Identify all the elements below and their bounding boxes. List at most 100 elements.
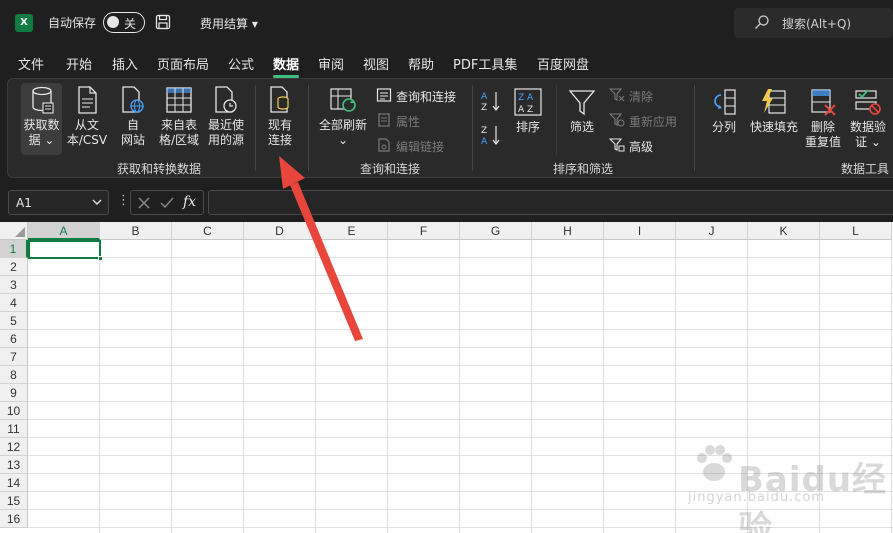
from-text-csv-button[interactable]: 从文 本/CSV — [64, 85, 110, 148]
cancel-icon[interactable] — [137, 196, 151, 210]
svg-text:Z: Z — [481, 126, 487, 136]
save-icon[interactable] — [155, 14, 171, 30]
column-header-f[interactable]: F — [388, 222, 460, 240]
text-to-columns-button[interactable]: 分列 — [702, 87, 746, 135]
tab-formulas[interactable]: 公式 — [228, 54, 254, 73]
column-header-i[interactable]: I — [604, 222, 676, 240]
tab-data[interactable]: 数据 — [273, 54, 299, 73]
row-header-14[interactable]: 14 — [0, 474, 28, 492]
tab-baidu-pan[interactable]: 百度网盘 — [537, 54, 589, 73]
tab-help[interactable]: 帮助 — [408, 54, 434, 73]
funnel-icon — [568, 90, 596, 116]
tab-file[interactable]: 文件 — [18, 54, 44, 73]
data-validation-button[interactable]: 数据验 证 ⌄ — [846, 87, 890, 150]
ribbon-separator — [255, 85, 256, 171]
remove-dup-label-2: 重复值 — [804, 135, 841, 149]
name-box-value: A1 — [16, 196, 32, 210]
ribbon-separator — [308, 85, 309, 171]
column-header-l[interactable]: L — [820, 222, 892, 240]
column-header-g[interactable]: G — [460, 222, 532, 240]
row-header-4[interactable]: 4 — [0, 294, 28, 312]
document-title[interactable]: 费用结算 ▾ — [200, 15, 258, 32]
active-cell-a1[interactable] — [28, 240, 101, 259]
row-header-8[interactable]: 8 — [0, 366, 28, 384]
from-web-label-2: 网站 — [120, 133, 145, 147]
tab-page-layout[interactable]: 页面布局 — [157, 54, 209, 73]
existing-connections-button[interactable]: 现有 连接 — [262, 85, 298, 148]
tab-insert[interactable]: 插入 — [112, 54, 138, 73]
recent-sources-label-1: 最近使 — [207, 118, 244, 132]
sort-za-button[interactable]: Z A — [478, 123, 504, 150]
ribbon-data: 获取数 据 ⌄ 从文 本/CSV 自 网站 来自表 格/区域 最近使 用的源 现… — [7, 78, 893, 178]
clear-filter-icon — [609, 88, 625, 102]
row-header-5[interactable]: 5 — [0, 312, 28, 330]
row-header-7[interactable]: 7 — [0, 348, 28, 366]
column-header-h[interactable]: H — [532, 222, 604, 240]
row-header-12[interactable]: 12 — [0, 438, 28, 456]
toggle-knob — [107, 16, 119, 28]
row-header-1[interactable]: 1 — [0, 240, 28, 258]
svg-text:A: A — [481, 92, 488, 102]
row-header-10[interactable]: 10 — [0, 402, 28, 420]
text-to-columns-label: 分列 — [711, 120, 736, 134]
select-all-corner[interactable] — [0, 222, 28, 240]
sort-az-button[interactable]: A Z — [478, 89, 504, 116]
tab-home[interactable]: 开始 — [66, 54, 92, 73]
column-header-a[interactable]: A — [28, 222, 100, 240]
fill-handle[interactable] — [98, 256, 103, 261]
row-header-13[interactable]: 13 — [0, 456, 28, 474]
row-header-15[interactable]: 15 — [0, 492, 28, 510]
flash-fill-label: 快速填充 — [749, 120, 798, 134]
insert-function-icon[interactable]: fx — [183, 194, 196, 210]
from-text-label-2: 本/CSV — [66, 133, 108, 147]
flash-fill-button[interactable]: 快速填充 — [748, 87, 800, 135]
advanced-filter-icon — [609, 138, 625, 152]
search-box[interactable]: 搜索(Alt+Q) — [734, 8, 893, 38]
queries-icon — [376, 88, 392, 102]
data-validation-label-2: 证 ⌄ — [855, 135, 881, 149]
from-table-range-button[interactable]: 来自表 格/区域 — [156, 85, 202, 148]
tab-view[interactable]: 视图 — [363, 54, 389, 73]
chevron-down-icon[interactable] — [92, 196, 102, 208]
formula-input[interactable] — [208, 190, 893, 215]
filter-button[interactable]: 筛选 — [564, 87, 600, 135]
sort-button[interactable]: Z A A Z 排序 — [511, 87, 545, 135]
refresh-all-button[interactable]: 全部刷新 ⌄ — [315, 85, 371, 148]
column-header-j[interactable]: J — [676, 222, 748, 240]
column-header-b[interactable]: B — [100, 222, 172, 240]
column-header-e[interactable]: E — [316, 222, 388, 240]
row-header-16[interactable]: 16 — [0, 510, 28, 528]
confirm-icon[interactable] — [159, 196, 175, 210]
ribbon-separator — [556, 85, 557, 155]
table-grid-icon — [166, 87, 192, 113]
select-all-triangle-icon — [15, 227, 25, 237]
recent-sources-button[interactable]: 最近使 用的源 — [204, 85, 248, 148]
row-header-6[interactable]: 6 — [0, 330, 28, 348]
column-header-d[interactable]: D — [244, 222, 316, 240]
column-header-k[interactable]: K — [748, 222, 820, 240]
more-options-icon[interactable]: ⋮ — [117, 193, 130, 208]
autosave-toggle[interactable]: 关 — [103, 12, 145, 33]
get-data-button[interactable]: 获取数 据 ⌄ — [21, 85, 62, 148]
tab-pdf-tools[interactable]: PDF工具集 — [453, 54, 517, 73]
row-header-3[interactable]: 3 — [0, 276, 28, 294]
reapply-label: 重新应用 — [629, 115, 678, 129]
name-box[interactable]: A1 — [8, 190, 109, 215]
remove-duplicates-button[interactable]: 删除 重复值 — [803, 87, 843, 150]
reapply-icon — [609, 113, 625, 127]
from-web-button[interactable]: 自 网站 — [114, 85, 152, 148]
autosave-label: 自动保存 — [48, 16, 97, 30]
document-title-text: 费用结算 — [200, 17, 249, 31]
excel-window: X 自动保存 关 费用结算 ▾ 搜索(Alt+Q) 文件 开始 插入 页面布局 … — [0, 0, 893, 533]
column-header-c[interactable]: C — [172, 222, 244, 240]
row-header-2[interactable]: 2 — [0, 258, 28, 276]
tab-review[interactable]: 审阅 — [318, 54, 344, 73]
paw-logo-icon — [697, 445, 732, 481]
get-data-label-1: 获取数 — [23, 118, 60, 132]
edit-links-icon — [378, 138, 390, 152]
from-text-label-1: 从文 — [74, 118, 99, 132]
remove-duplicates-icon — [811, 89, 836, 116]
remove-dup-label-1: 删除 — [810, 120, 835, 134]
row-header-11[interactable]: 11 — [0, 420, 28, 438]
row-header-9[interactable]: 9 — [0, 384, 28, 402]
